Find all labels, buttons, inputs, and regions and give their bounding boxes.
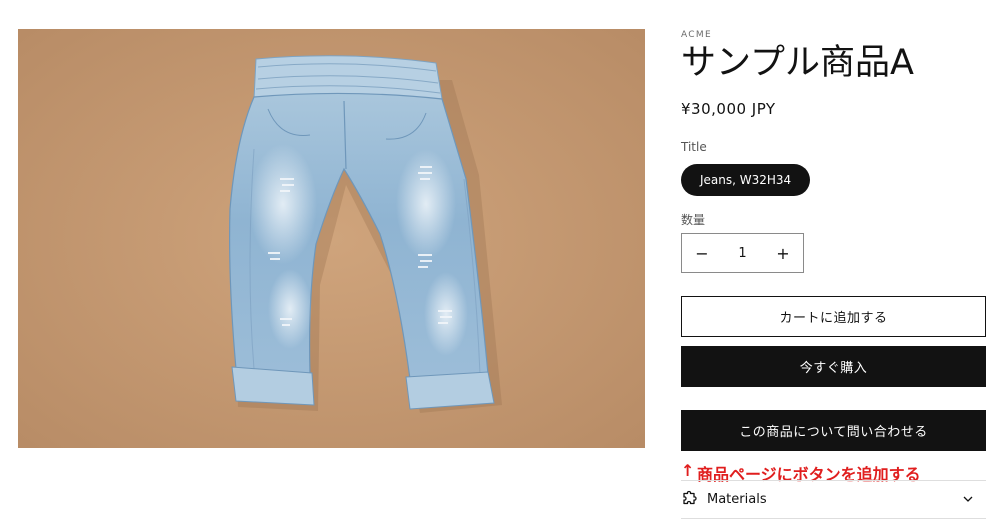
annotation-arrow: ↑	[681, 461, 695, 480]
quantity-label: 数量	[681, 213, 706, 227]
jeans-illustration	[18, 29, 645, 448]
chevron-down-icon	[962, 493, 974, 505]
quantity-input[interactable]	[724, 245, 761, 261]
vendor-name: ACME	[681, 30, 712, 40]
buy-now-button[interactable]: 今すぐ購入	[681, 346, 986, 387]
quantity-stepper: − +	[681, 233, 804, 273]
materials-accordion[interactable]: Materials	[681, 481, 986, 517]
variant-label: Title	[681, 140, 707, 154]
variant-option-pill[interactable]: Jeans, W32H34	[681, 164, 811, 196]
add-to-cart-button[interactable]: カートに追加する	[681, 296, 986, 337]
product-page: ACME サンプル商品A ¥30,000 JPY Title Jeans, W3…	[0, 0, 1000, 530]
accordion-label: Materials	[707, 491, 767, 507]
inquire-button[interactable]: この商品について問い合わせる	[681, 410, 986, 451]
puzzle-icon	[681, 489, 701, 509]
accordion-bottom-divider	[681, 518, 986, 519]
quantity-increase-button[interactable]: +	[763, 234, 803, 272]
quantity-decrease-button[interactable]: −	[682, 234, 722, 272]
product-price: ¥30,000 JPY	[681, 100, 776, 118]
product-title: サンプル商品A	[681, 43, 914, 83]
product-image[interactable]	[18, 29, 645, 448]
